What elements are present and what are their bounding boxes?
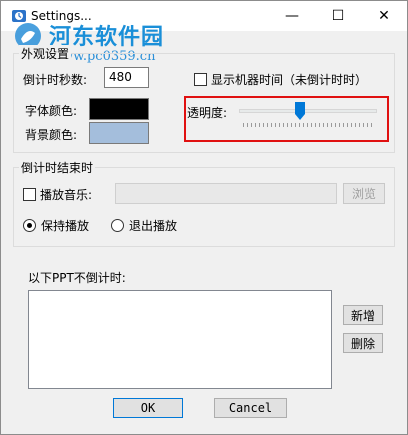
minimize-button[interactable]: —	[269, 1, 315, 31]
play-music-label: 播放音乐:	[40, 188, 93, 202]
background-color-swatch[interactable]	[89, 122, 149, 144]
exit-playing-radio[interactable]	[111, 219, 124, 232]
ok-button[interactable]: OK	[113, 398, 183, 418]
play-music-checkbox[interactable]	[23, 188, 36, 201]
opacity-slider-track	[239, 109, 377, 113]
maximize-icon: ☐	[331, 8, 345, 24]
appearance-group-label: 外观设置	[19, 45, 72, 62]
exit-playing-label: 退出播放	[129, 219, 178, 233]
keep-playing-label: 保持播放	[41, 219, 90, 233]
background-color-label: 背景颜色:	[25, 128, 78, 142]
countdown-seconds-label: 倒计时秒数:	[23, 73, 88, 87]
maximize-button[interactable]: ☐	[315, 1, 361, 31]
cancel-button[interactable]: Cancel	[214, 398, 287, 418]
on-finish-group	[13, 167, 395, 247]
exclusion-list-label: 以下PPT不倒计时:	[28, 271, 126, 285]
font-color-swatch[interactable]	[89, 98, 149, 120]
opacity-label: 透明度:	[187, 106, 228, 120]
font-color-label: 字体颜色:	[25, 104, 78, 118]
exclusion-list[interactable]	[28, 290, 332, 389]
opacity-slider-ticks	[243, 123, 373, 127]
show-time-checkbox[interactable]	[194, 73, 207, 86]
on-finish-group-label: 倒计时结束时	[19, 159, 96, 176]
add-button[interactable]: 新增	[343, 305, 383, 325]
keep-playing-radio[interactable]	[23, 219, 36, 232]
minimize-icon: —	[285, 8, 299, 24]
delete-button[interactable]: 删除	[343, 333, 383, 353]
opacity-slider-thumb[interactable]	[295, 102, 305, 120]
show-time-label: 显示机器时间（未倒计时时）	[211, 73, 368, 87]
close-button[interactable]: ✕	[361, 1, 407, 31]
music-path-input[interactable]	[115, 183, 337, 204]
settings-window: Settings... — ☐ ✕ 河东软件园 www.pc0359.cn 外观…	[0, 0, 408, 435]
countdown-seconds-input[interactable]: 480	[104, 67, 149, 88]
close-icon: ✕	[378, 8, 390, 24]
opacity-slider[interactable]	[239, 101, 377, 131]
browse-button[interactable]: 浏览	[343, 183, 385, 204]
